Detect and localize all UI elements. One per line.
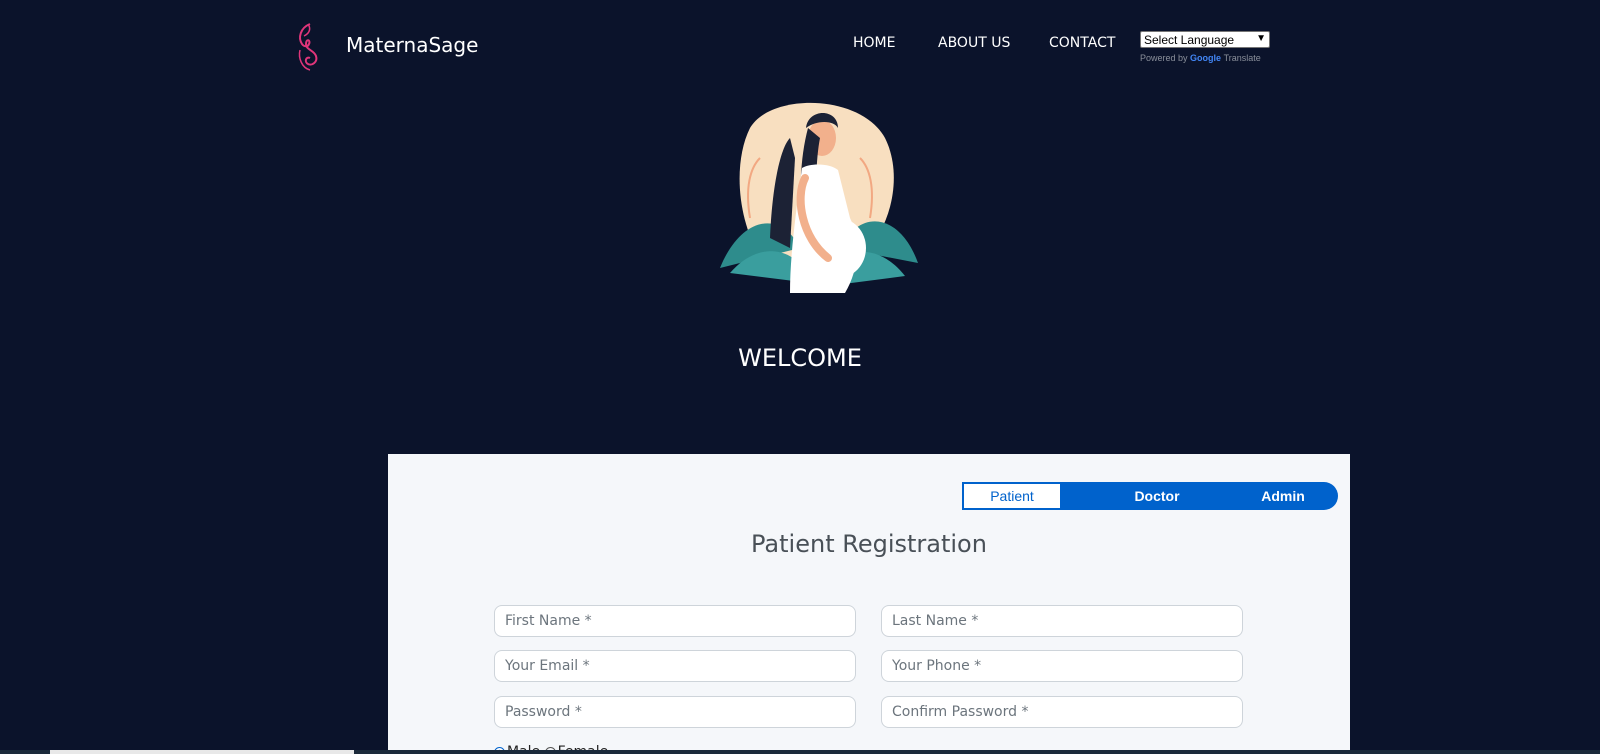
confirm-password-field[interactable]: Confirm Password *	[881, 696, 1243, 728]
nav-link-contact[interactable]: CONTACT	[1049, 35, 1115, 51]
pregnant-woman-logo-icon[interactable]	[294, 20, 324, 72]
language-select-value: Select Language	[1144, 33, 1235, 47]
taskbar-strip	[0, 750, 1600, 754]
tab-admin[interactable]: Admin	[1228, 482, 1338, 510]
brand-name[interactable]: MaternaSage	[346, 33, 478, 57]
tab-doctor[interactable]: Doctor	[1102, 482, 1212, 510]
tab-patient[interactable]: Patient	[962, 482, 1062, 510]
powered-by-text: Powered by	[1140, 53, 1188, 63]
phone-field[interactable]: Your Phone *	[881, 650, 1243, 682]
last-name-field[interactable]: Last Name *	[881, 605, 1243, 637]
translate-link[interactable]: Translate	[1224, 53, 1261, 63]
pregnant-woman-illustration	[720, 102, 918, 293]
registration-title: Patient Registration	[751, 530, 987, 558]
language-select[interactable]: Select Language ▼	[1140, 31, 1270, 48]
welcome-heading: WELCOME	[738, 344, 862, 372]
top-navbar: MaternaSage HOME ABOUT US CONTACT Select…	[0, 0, 1600, 90]
google-wordmark: Google	[1190, 53, 1222, 63]
taskbar-segment	[50, 750, 354, 754]
registration-card: Patient Doctor Admin Patient Registratio…	[388, 454, 1350, 754]
google-logo: Google	[1190, 53, 1224, 63]
role-toggle: Patient Doctor Admin	[962, 482, 1338, 510]
password-field[interactable]: Password *	[494, 696, 856, 728]
email-field[interactable]: Your Email *	[494, 650, 856, 682]
first-name-field[interactable]: First Name *	[494, 605, 856, 637]
chevron-down-icon: ▼	[1256, 33, 1266, 44]
google-translate-credit: Powered by Google Translate	[1140, 53, 1261, 63]
nav-link-about-us[interactable]: ABOUT US	[938, 35, 1010, 51]
nav-link-home[interactable]: HOME	[853, 35, 895, 51]
